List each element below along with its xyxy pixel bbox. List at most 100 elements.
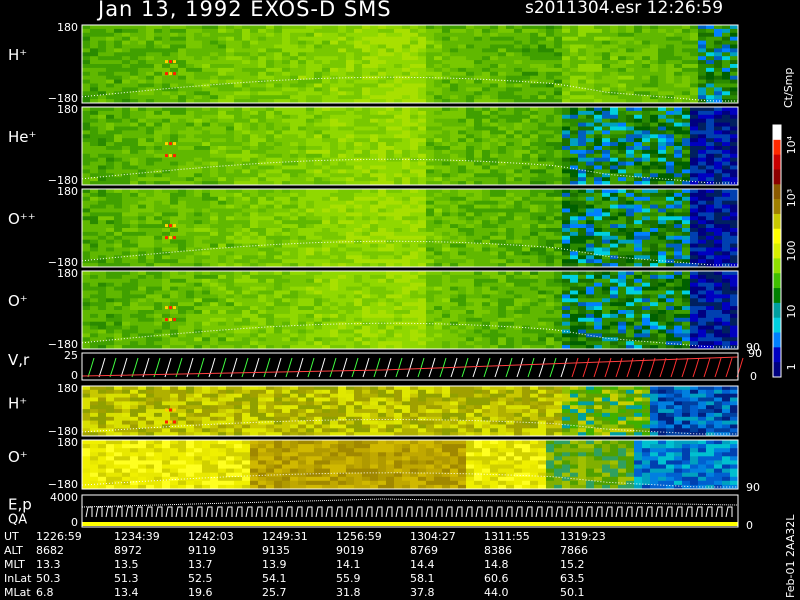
table-cell: 1311:55 [484,530,530,543]
table-cell: 13.5 [114,558,139,571]
table-cell: 1249:31 [262,530,308,543]
table-row-label: MLat [4,586,31,599]
panel-label: O⁺ [8,292,28,310]
ytick-top: 25 [64,349,78,362]
colorbar-segment [773,228,781,245]
colorbar-segment [773,213,781,230]
table-cell: 1319:23 [560,530,606,543]
table-cell: 13.4 [114,586,139,599]
ytick-top: 180 [57,21,78,34]
table-cell: 1304:27 [410,530,456,543]
table-cell: 13.3 [36,558,61,571]
table-cell: 1256:59 [336,530,382,543]
colorbar-segment [773,154,781,170]
table-cell: 60.6 [484,572,509,585]
table-cell: 13.9 [262,558,287,571]
ytick-bottom: 0 [71,516,78,529]
ytick-top: 180 [57,382,78,395]
panel-4 [81,270,739,350]
table-row-label: InLat [4,572,32,585]
panel-5 [81,352,744,381]
panel-8 [81,494,739,528]
table-cell: 1242:03 [188,530,234,543]
version-label: Feb-01 2AA32L [784,514,797,598]
right-tick: 90 [748,347,762,360]
table-cell: 54.1 [262,572,287,585]
panel-label: H⁺ [8,395,27,413]
table-cell: 31.8 [336,586,361,599]
table-row-label: UT [4,530,19,543]
colorbar-segment [773,125,781,141]
colorbar-units-label: Ct/Smp [782,67,795,108]
panel-label: H⁺ [8,46,27,64]
table-cell: 58.1 [410,572,435,585]
table-cell: 44.0 [484,586,509,599]
panel-3 [81,188,739,268]
ytick-top: 180 [57,267,78,280]
table-cell: 14.4 [410,558,435,571]
colorbar-segment [773,302,781,319]
table-cell: 50.1 [560,586,585,599]
colorbar-tick-label: 10³ [785,189,798,207]
ytick-top: 180 [57,103,78,116]
table-row-label: ALT [4,544,23,557]
table-cell: 13.7 [188,558,213,571]
panel-2 [81,106,739,186]
panel-label: V,r [8,351,30,369]
table-cell: 1234:39 [114,530,160,543]
ytick-bottom: 0 [71,369,78,382]
spectrogram-plot: H⁺180−180He⁺180−180O⁺⁺180−180O⁺180−180 90… [8,21,798,532]
colorbar-segment [773,273,781,289]
table-cell: 9135 [262,544,290,557]
table-cell: 1226:59 [36,530,82,543]
ytick-top: 180 [57,185,78,198]
colorbar-tick-label: 10⁴ [785,135,798,154]
table-cell: 9119 [188,544,216,557]
table-cell: 25.7 [262,586,287,599]
colorbar-tick-label: 100 [785,241,798,262]
panel-1 [81,24,739,104]
right-tick: 90 [746,481,760,494]
panel-label: O⁺ [8,448,28,466]
colorbar-segment [773,169,781,185]
table-cell: 6.8 [36,586,54,599]
ytick-bottom: −180 [48,478,78,491]
colorbar-tick-label: 10 [785,304,798,318]
table-cell: 8769 [410,544,438,557]
table-cell: 55.9 [336,572,361,585]
table-cell: 15.2 [560,558,585,571]
table-cell: 37.8 [410,586,435,599]
table-cell: 8972 [114,544,142,557]
table-cell: 63.5 [560,572,585,585]
colorbar-segment [773,139,781,156]
colorbar-segment [773,258,781,274]
table-cell: 9019 [336,544,364,557]
table-cell: 50.3 [36,572,61,585]
panel-7 [81,439,739,490]
colorbar-segment [773,362,781,378]
table-cell: 14.8 [484,558,509,571]
table-cell: 52.5 [188,572,213,585]
table-cell: 51.3 [114,572,139,585]
table-row-label: MLT [4,558,25,571]
colorbar-segment [773,288,781,304]
table-cell: 7866 [560,544,588,557]
colorbar-segment [773,332,781,348]
panel-6 [81,385,739,437]
table-cell: 8682 [36,544,64,557]
colorbar-segment [773,199,781,215]
right-tick: 0 [746,519,753,532]
table-cell: 19.6 [188,586,213,599]
colorbar-segment [773,184,781,200]
panel-label-2: QA [8,512,27,527]
ytick-top: 180 [57,436,78,449]
table-cell: 8386 [484,544,512,557]
right-tick: 0 [750,370,757,383]
ytick-top: 4000 [50,491,78,504]
table-cell: 14.1 [336,558,361,571]
colorbar-segment [773,347,781,363]
panel-label: E,p [8,495,32,513]
panel-label: O⁺⁺ [8,210,36,228]
colorbar-segment [773,317,781,334]
colorbar-segment [773,243,781,259]
